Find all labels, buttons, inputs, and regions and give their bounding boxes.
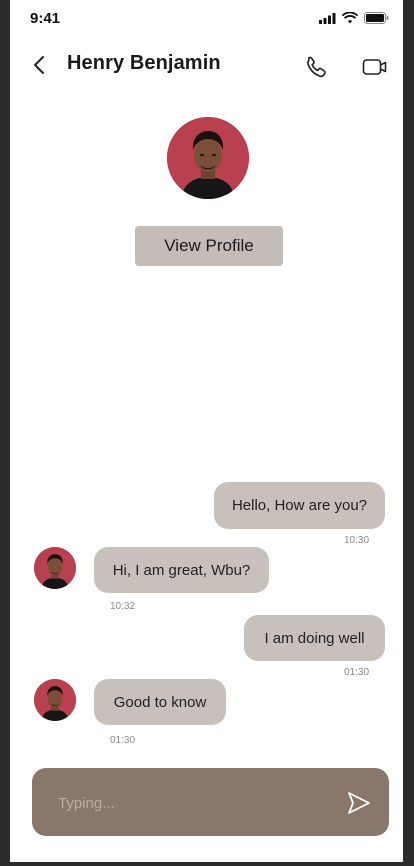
- message-composer: [32, 768, 389, 836]
- battery-icon: [364, 12, 389, 24]
- chat-header: Henry Benjamin: [10, 44, 403, 88]
- send-icon: [348, 792, 370, 814]
- message-bubble-outgoing: I am doing well: [244, 615, 385, 661]
- sender-avatar: [34, 679, 76, 721]
- message-bubble-incoming: Good to know: [94, 679, 226, 725]
- wifi-icon: [342, 12, 358, 24]
- message-bubble-incoming: Hi, I am great, Wbu?: [94, 547, 269, 593]
- video-call-button[interactable]: [362, 56, 388, 78]
- video-icon: [362, 59, 387, 75]
- status-time: 9:41: [30, 10, 61, 27]
- message-timestamp: 10:30: [344, 535, 370, 546]
- message-timestamp: 01:30: [344, 667, 370, 678]
- message-input[interactable]: [56, 790, 320, 816]
- chevron-left-icon: [34, 56, 44, 74]
- call-button[interactable]: [304, 54, 330, 80]
- signal-icon: [319, 12, 336, 24]
- send-button[interactable]: [346, 790, 372, 816]
- sender-avatar: [34, 547, 76, 589]
- message-timestamp: 01:30: [110, 735, 136, 746]
- status-bar: 9:41: [10, 0, 403, 40]
- status-icons: [319, 12, 389, 24]
- message-timestamp: 10:32: [110, 601, 136, 612]
- contact-avatar: [167, 117, 249, 199]
- contact-name: Henry Benjamin: [67, 52, 221, 74]
- view-profile-button[interactable]: View Profile: [135, 226, 283, 266]
- message-bubble-outgoing: Hello, How are you?: [214, 482, 385, 529]
- phone-icon: [307, 56, 326, 78]
- back-button[interactable]: [28, 52, 50, 78]
- chat-screen: 9:41 Henry Benjamin View Profile Hello, …: [10, 0, 403, 862]
